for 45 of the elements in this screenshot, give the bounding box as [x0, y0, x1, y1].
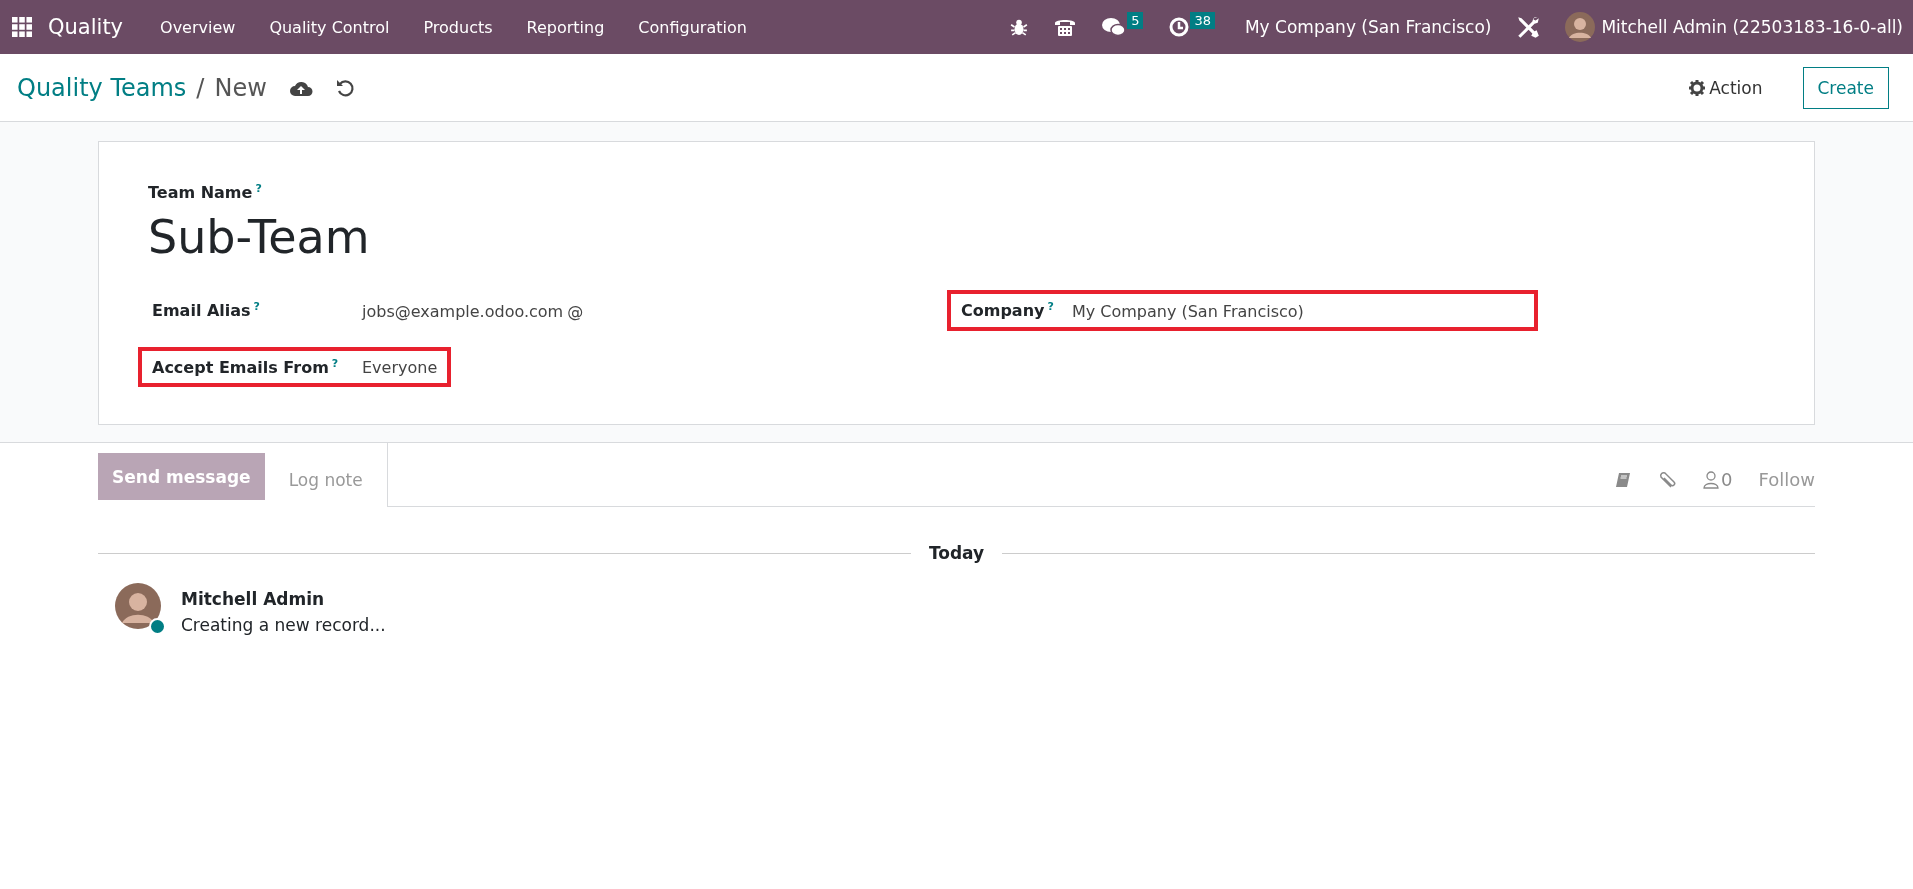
- message-author: Mitchell Admin: [181, 589, 326, 609]
- author-avatar: [115, 583, 161, 629]
- field-value[interactable]: Everyone: [362, 358, 438, 377]
- field-label: Email Alias: [152, 301, 251, 321]
- field-label: Company: [961, 301, 1045, 321]
- menu-item[interactable]: Overview: [143, 17, 253, 37]
- help-tooltip[interactable]: ?: [331, 356, 339, 370]
- date-separator: Today: [928, 543, 985, 563]
- menu-item[interactable]: Products: [406, 17, 510, 37]
- bug-icon[interactable]: [1010, 18, 1029, 36]
- gear-icon: [1689, 79, 1706, 96]
- undo-icon[interactable]: [334, 77, 355, 98]
- book-icon[interactable]: [1615, 471, 1632, 488]
- paperclip-icon[interactable]: [1657, 469, 1678, 490]
- field-value[interactable]: jobs@example.odoo.com: [362, 301, 564, 321]
- field-value[interactable]: My Company (San Francisco): [1071, 301, 1304, 321]
- alias-domain-suffix: @: [567, 301, 584, 321]
- breadcrumb-link[interactable]: Quality Teams: [17, 73, 187, 102]
- menu-item[interactable]: Reporting: [509, 17, 622, 37]
- menu-item[interactable]: Configuration: [621, 17, 764, 37]
- team-name-field[interactable]: Sub-Team: [148, 210, 1766, 265]
- breadcrumb-separator: /: [196, 73, 205, 102]
- phone-icon[interactable]: [1054, 17, 1077, 37]
- field-label: Accept Emails From: [152, 358, 329, 377]
- user-menu[interactable]: Mitchell Admin (22503183-16-0-all): [1601, 17, 1903, 37]
- breadcrumb-current: New: [214, 73, 267, 102]
- company-switcher[interactable]: My Company (San Francisco): [1244, 17, 1492, 37]
- counter-badge: 38: [1190, 11, 1215, 29]
- help-tooltip[interactable]: ?: [1047, 300, 1054, 314]
- create-button[interactable]: Create: [1802, 66, 1889, 109]
- app-name[interactable]: Quality: [48, 15, 124, 39]
- person-icon: [1703, 470, 1720, 489]
- counter-badge: 5: [1127, 11, 1144, 29]
- chat-icon[interactable]: [1102, 17, 1127, 37]
- app-grid-icon[interactable]: [12, 17, 32, 37]
- tools-icon[interactable]: [1515, 14, 1542, 40]
- online-status-icon: [149, 618, 166, 635]
- action-button[interactable]: Action: [1683, 76, 1769, 99]
- message-body: Creating a new record...: [181, 615, 386, 635]
- help-tooltip[interactable]: ?: [255, 182, 262, 195]
- field-label: Team Name: [148, 183, 253, 203]
- help-tooltip[interactable]: ?: [253, 300, 260, 314]
- menu-item[interactable]: Quality Control: [252, 17, 407, 37]
- user-avatar-icon[interactable]: [1565, 12, 1596, 42]
- clock-icon[interactable]: [1169, 17, 1190, 37]
